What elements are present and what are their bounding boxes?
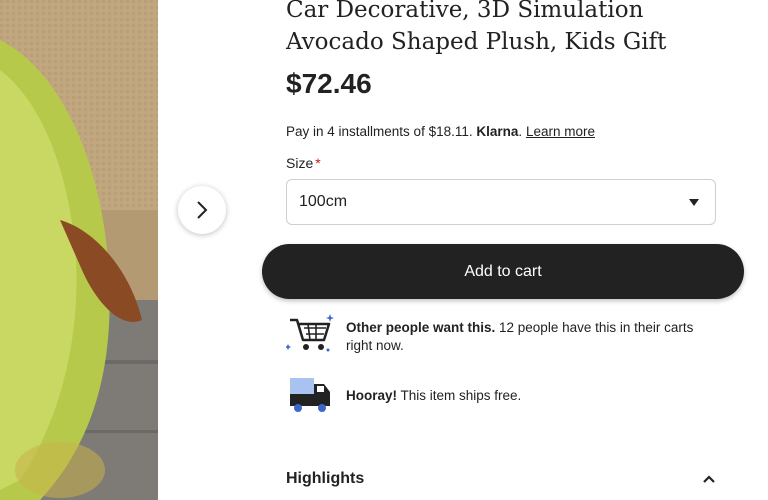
learn-more-link[interactable]: Learn more xyxy=(526,124,595,139)
klarna-installments: Pay in 4 installments of $18.11. Klarna.… xyxy=(286,124,595,139)
add-to-cart-button[interactable]: Add to cart xyxy=(262,244,744,299)
size-select-value: 100cm xyxy=(299,193,348,210)
product-title: Car Decorative, 3D Simulation Avocado Sh… xyxy=(286,0,667,55)
required-mark: * xyxy=(315,155,321,171)
product-price: $72.46 xyxy=(286,68,372,99)
klarna-brand: Klarna xyxy=(476,124,519,139)
cart-icon xyxy=(286,314,334,352)
demand-text: Other people want this. 12 people have t… xyxy=(346,312,706,355)
product-image[interactable] xyxy=(0,0,158,500)
truck-icon xyxy=(290,378,330,412)
caret-down-icon xyxy=(689,199,699,206)
shipping-rest: This item ships free. xyxy=(397,388,522,403)
demand-bold: Other people want this. xyxy=(346,320,496,335)
size-label-text: Size xyxy=(286,155,314,171)
shipping-text: Hooray! This item ships free. xyxy=(346,374,706,405)
shipping-bold: Hooray! xyxy=(346,388,398,403)
demand-notice: Other people want this. 12 people have t… xyxy=(286,312,706,356)
highlights-toggle[interactable]: Highlights xyxy=(286,470,716,488)
size-label: Size * xyxy=(286,155,321,171)
klarna-text: Pay in 4 installments of $18.11. xyxy=(286,124,473,139)
next-image-button[interactable] xyxy=(178,186,226,234)
avocado-plush-illustration xyxy=(0,0,158,500)
chevron-up-icon xyxy=(703,475,715,483)
size-select[interactable]: 100cm xyxy=(286,179,716,225)
highlights-label: Highlights xyxy=(286,470,365,487)
klarna-period: . xyxy=(518,124,523,139)
shipping-notice: Hooray! This item ships free. xyxy=(286,374,706,418)
chevron-right-icon xyxy=(197,201,208,219)
